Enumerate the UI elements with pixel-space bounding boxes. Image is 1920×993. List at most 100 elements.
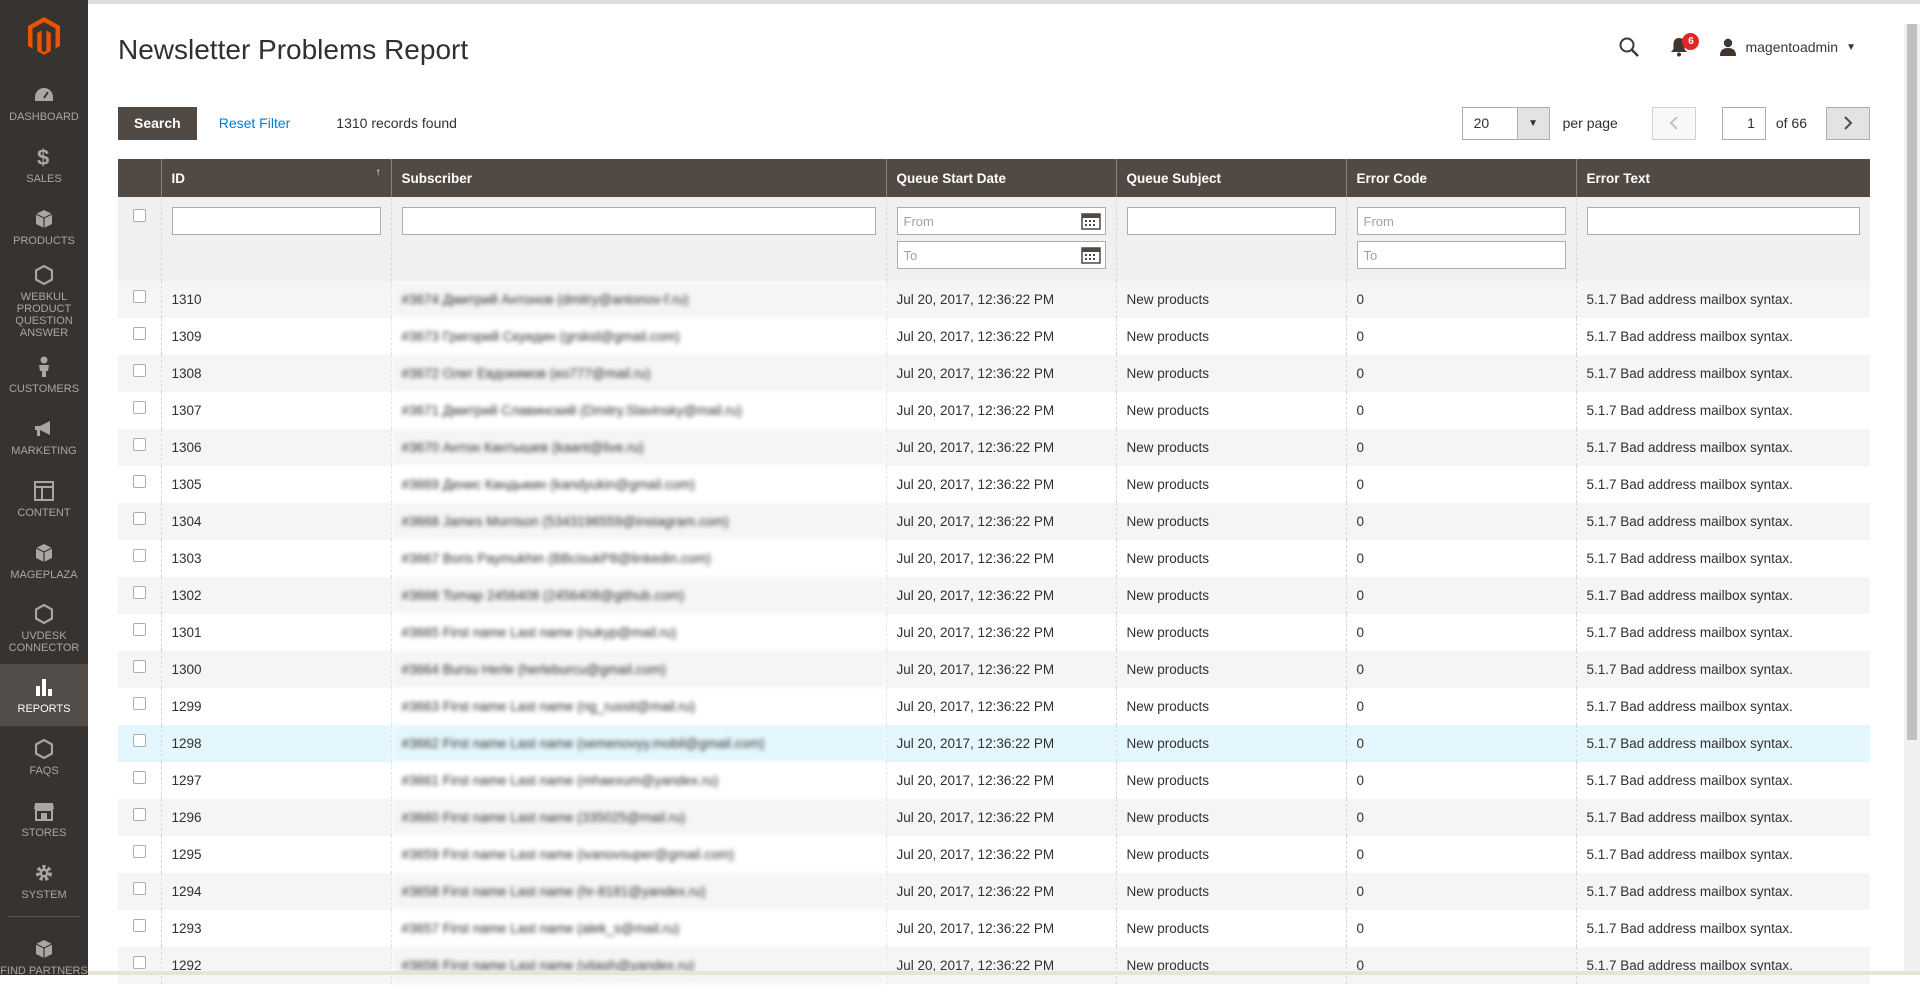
table-row[interactable]: 1304 #3668 James Morrison (5343196559@ins… — [118, 503, 1870, 540]
sidebar-item-customers[interactable]: CUSTOMERS — [0, 344, 88, 406]
date-from-placeholder: From — [903, 213, 934, 229]
row-checkbox[interactable] — [132, 586, 146, 599]
row-checkbox[interactable] — [132, 919, 146, 932]
row-checkbox[interactable] — [132, 549, 146, 562]
current-page-input[interactable]: 1 — [1721, 106, 1766, 140]
previous-page-button[interactable] — [1651, 106, 1696, 140]
error-text-cell: 5.1.7 Bad address mailbox syntax. — [1575, 392, 1870, 429]
queue-start-date-cell: Jul 20, 2017, 12:36:22 PM — [885, 762, 1116, 799]
table-row[interactable]: 1302 #3666 Tomap 2456408 (2456408@github.… — [118, 577, 1870, 614]
row-checkbox[interactable] — [132, 771, 146, 784]
next-page-button[interactable] — [1826, 106, 1870, 140]
column-header-error-code[interactable]: Error Code — [1345, 159, 1576, 197]
id-filter-input[interactable] — [171, 207, 381, 235]
table-row[interactable]: 1307 #3671 Дмитрий Славинский (Dmitry.Sla… — [118, 392, 1870, 429]
row-select-cell — [118, 466, 161, 503]
table-row[interactable]: 1310 #3674 Дмитрий Антонов (dmitry@antono… — [118, 281, 1870, 318]
error-code-cell: 0 — [1345, 651, 1576, 688]
sidebar-item-mageplaza[interactable]: MAGEPLAZA — [0, 530, 88, 592]
row-checkbox[interactable] — [132, 290, 146, 303]
error-code-from-input[interactable]: From — [1356, 207, 1566, 235]
row-select-cell — [118, 725, 161, 762]
magento-logo[interactable] — [0, 0, 88, 72]
row-checkbox[interactable] — [132, 734, 146, 747]
table-row[interactable]: 1295 #3659 First name Last name (ivanovsu… — [118, 836, 1870, 873]
error-text-cell: 5.1.7 Bad address mailbox syntax. — [1575, 614, 1870, 651]
table-row[interactable]: 1294 #3658 First name Last name (hr-8181@… — [118, 873, 1870, 910]
error-code-to-input[interactable]: To — [1356, 241, 1566, 269]
notifications-button[interactable]: 6 — [1657, 30, 1701, 64]
error-text-cell: 5.1.7 Bad address mailbox syntax. — [1575, 910, 1870, 947]
sidebar-item-system[interactable]: SYSTEM — [0, 850, 88, 912]
sidebar-item-webkul-product-question-answer[interactable]: WEBKUL PRODUCT QUESTION ANSWER — [0, 258, 88, 344]
date-from-filter-input[interactable]: From — [896, 207, 1106, 235]
sidebar-item-sales[interactable]: $ SALES — [0, 134, 88, 196]
sidebar-item-faqs[interactable]: FAQS — [0, 726, 88, 788]
table-row[interactable]: 1299 #3663 First name Last name (ng_russi… — [118, 688, 1870, 725]
per-page-select[interactable]: 20 ▼ — [1461, 106, 1550, 140]
column-header-error-text[interactable]: Error Text — [1575, 159, 1870, 197]
table-row[interactable]: 1301 #3665 First name Last name (nukyp@ma… — [118, 614, 1870, 651]
sidebar-item-find-partners[interactable]: FIND PARTNERS — [0, 921, 88, 993]
user-account-menu[interactable]: magentoadmin ▼ — [1719, 38, 1856, 56]
sidebar-item-reports[interactable]: REPORTS — [0, 664, 88, 726]
row-checkbox[interactable] — [132, 512, 146, 525]
table-row[interactable]: 1308 #3672 Олег Евдокимов (eo777@mail.ru)… — [118, 355, 1870, 392]
row-checkbox[interactable] — [132, 475, 146, 488]
select-all-checkbox[interactable] — [132, 209, 146, 222]
chevron-right-icon — [1844, 116, 1853, 130]
sidebar-item-dashboard[interactable]: DASHBOARD — [0, 72, 88, 134]
date-to-filter-input[interactable]: To — [896, 241, 1106, 269]
table-row[interactable]: 1300 #3664 Bursu Herle (herleburcu@gmail.… — [118, 651, 1870, 688]
row-checkbox[interactable] — [132, 364, 146, 377]
filter-cell-id — [160, 197, 391, 281]
row-checkbox[interactable] — [132, 845, 146, 858]
dashboard-icon — [33, 84, 55, 106]
sidebar-item-uvdesk-connector[interactable]: UVDESK CONNECTOR — [0, 592, 88, 664]
row-checkbox[interactable] — [132, 327, 146, 340]
global-search-button[interactable] — [1607, 30, 1651, 64]
table-row[interactable]: 1305 #3669 Денис Кандыкин (kandyukin@gmai… — [118, 466, 1870, 503]
row-checkbox[interactable] — [132, 808, 146, 821]
sidebar-item-marketing[interactable]: MARKETING — [0, 406, 88, 468]
reset-filter-link[interactable]: Reset Filter — [219, 115, 291, 131]
column-header-queue-start-date[interactable]: Queue Start Date — [885, 159, 1116, 197]
id-cell: 1308 — [160, 355, 391, 392]
subscriber-filter-input[interactable] — [401, 207, 876, 235]
table-row[interactable]: 1309 #3673 Григорий Скуидин (grskid@gmail… — [118, 318, 1870, 355]
row-checkbox[interactable] — [132, 882, 146, 895]
scrollbar-thumb[interactable] — [1907, 24, 1917, 740]
table-row[interactable]: 1306 #3670 Антон Кантышев (kaant@live.ru)… — [118, 429, 1870, 466]
sidebar-item-products[interactable]: PRODUCTS — [0, 196, 88, 258]
sidebar-item-stores[interactable]: STORES — [0, 788, 88, 850]
sidebar-item-content[interactable]: CONTENT — [0, 468, 88, 530]
column-header-id[interactable]: ID ↑ — [160, 159, 391, 197]
row-checkbox[interactable] — [132, 623, 146, 636]
search-button[interactable]: Search — [118, 106, 197, 140]
row-checkbox[interactable] — [132, 438, 146, 451]
row-checkbox[interactable] — [132, 956, 146, 969]
row-checkbox[interactable] — [132, 660, 146, 673]
table-row[interactable]: 1297 #3661 First name Last name (mhaexum@… — [118, 762, 1870, 799]
table-row[interactable]: 1298 #3662 First name Last name (semenovy… — [118, 725, 1870, 762]
table-row[interactable]: 1293 #3657 First name Last name (alek_s@m… — [118, 910, 1870, 947]
id-cell: 1302 — [160, 577, 391, 614]
dollar-icon: $ — [33, 146, 55, 168]
row-checkbox[interactable] — [132, 401, 146, 414]
error-code-cell: 0 — [1345, 392, 1576, 429]
sidebar-item-label: STORES — [21, 826, 67, 839]
chevron-down-icon[interactable]: ▼ — [1516, 107, 1549, 139]
bar-chart-icon — [33, 676, 55, 698]
hexagon-icon — [33, 264, 55, 286]
subject-filter-input[interactable] — [1126, 207, 1336, 235]
table-row[interactable]: 1303 #3667 Boris Paymukhin (BBcisukP8@lin… — [118, 540, 1870, 577]
error-text-filter-input[interactable] — [1586, 207, 1860, 235]
calendar-icon[interactable] — [1080, 212, 1101, 230]
table-row[interactable]: 1296 #3660 First name Last name (335025@m… — [118, 799, 1870, 836]
column-header-subscriber[interactable]: Subscriber — [390, 159, 886, 197]
column-header-queue-subject[interactable]: Queue Subject — [1115, 159, 1346, 197]
calendar-icon[interactable] — [1080, 246, 1101, 264]
row-checkbox[interactable] — [132, 697, 146, 710]
records-found-count: 1310 records found — [336, 115, 457, 131]
table-row[interactable]: 1292 #3656 First name Last name (vitash@y… — [118, 947, 1870, 984]
